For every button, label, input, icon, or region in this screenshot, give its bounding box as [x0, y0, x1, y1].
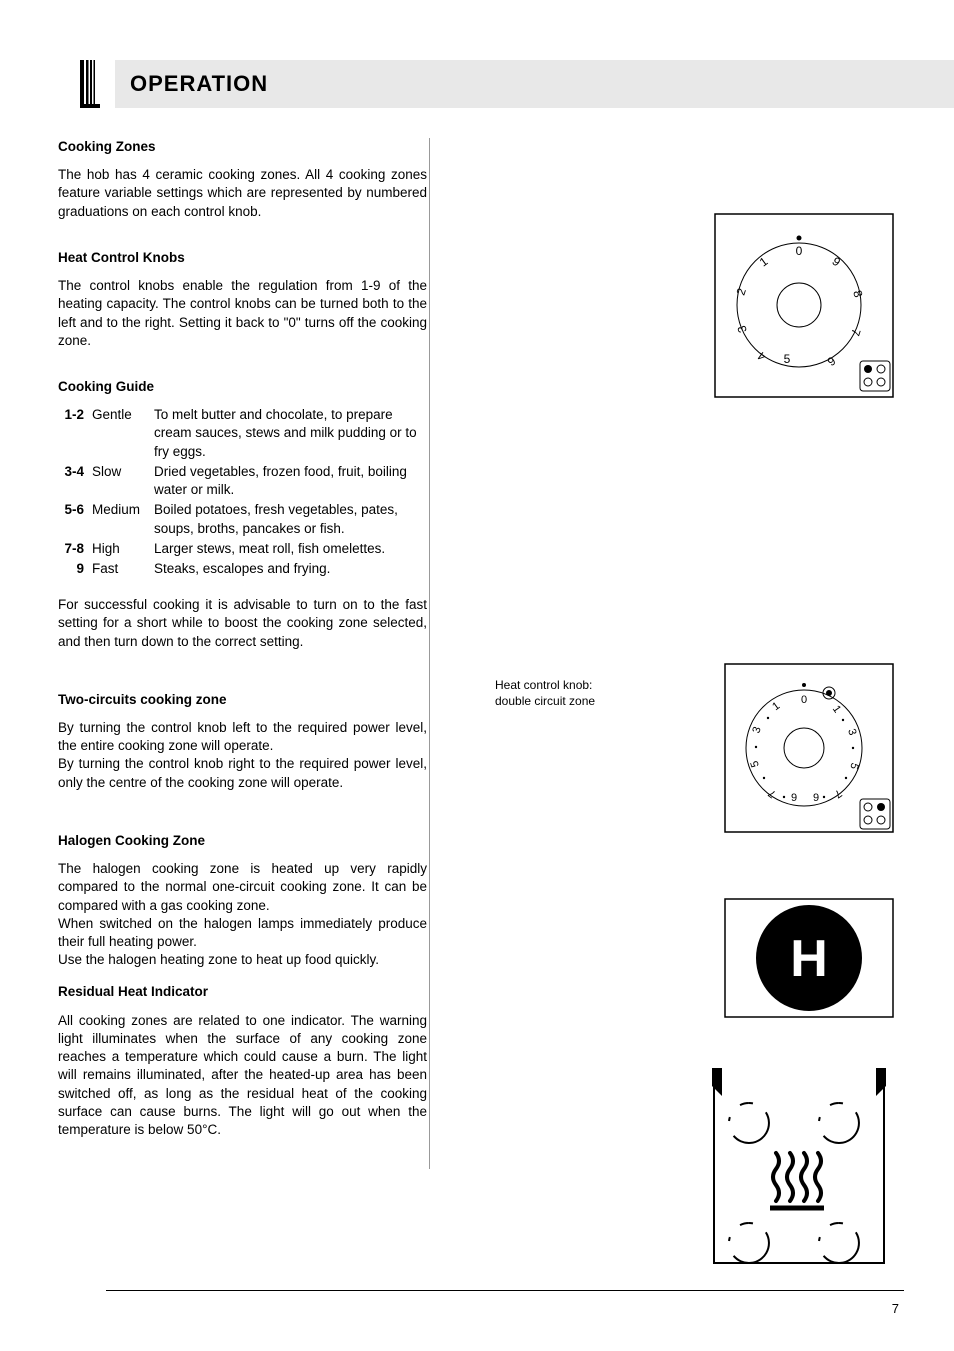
halogen-zone-icon: H [724, 898, 894, 1023]
guide-row: 5-6 Medium Boiled potatoes, fresh vegeta… [58, 501, 427, 537]
right-column: 0 9 8 7 6 5 4 3 2 1 Heat control knob: [460, 138, 904, 1169]
svg-text:5: 5 [847, 761, 860, 771]
text-heat-control: The control knobs enable the regulation … [58, 277, 427, 350]
svg-text:9: 9 [813, 792, 819, 804]
svg-text:H: H [790, 930, 828, 988]
content-area: Cooking Zones The hob has 4 ceramic cook… [50, 138, 904, 1169]
text-two-circuits-1: By turning the control knob left to the … [58, 719, 427, 755]
heading-residual: Residual Heat Indicator [58, 983, 427, 1001]
residual-heat-hob-icon [704, 1068, 894, 1273]
guide-row: 1-2 Gentle To melt butter and chocolate,… [58, 406, 427, 461]
guide-row: 3-4 Slow Dried vegetables, frozen food, … [58, 463, 427, 499]
svg-text:9: 9 [791, 792, 797, 804]
cooking-guide-table: 1-2 Gentle To melt butter and chocolate,… [58, 406, 427, 578]
guide-row: 9 Fast Steaks, escalopes and frying. [58, 560, 427, 578]
svg-text:0: 0 [801, 694, 807, 706]
header-bars-icon [50, 60, 115, 108]
svg-text:0: 0 [796, 244, 803, 258]
svg-text:8: 8 [850, 288, 865, 299]
header-bar: OPERATION [100, 60, 954, 108]
svg-text:9: 9 [830, 254, 844, 269]
text-residual: All cooking zones are related to one ind… [58, 1012, 427, 1140]
heading-two-circuits: Two-circuits cooking zone [58, 691, 427, 709]
knob-dial-large-icon: 0 9 8 7 6 5 4 3 2 1 [714, 213, 894, 403]
text-cooking-guide-footer: For successful cooking it is advisable t… [58, 596, 427, 651]
text-two-circuits-2: By turning the control knob right to the… [58, 755, 427, 791]
page-title: OPERATION [130, 71, 268, 97]
svg-text:3: 3 [750, 725, 763, 735]
svg-text:6: 6 [824, 354, 838, 369]
page-number: 7 [892, 1301, 899, 1316]
text-cooking-zones: The hob has 4 ceramic cooking zones. All… [58, 166, 427, 221]
heading-cooking-zones: Cooking Zones [58, 138, 427, 156]
text-halogen-2: When switched on the halogen lamps immed… [58, 915, 427, 951]
knob-dial-double-icon: 0 1 3 5 7 9 9 7 5 3 1 [724, 663, 894, 838]
svg-text:2: 2 [734, 286, 749, 297]
svg-text:5: 5 [784, 352, 791, 366]
footer-rule [106, 1290, 904, 1291]
text-halogen-3: Use the halogen heating zone to heat up … [58, 951, 427, 969]
heading-cooking-guide: Cooking Guide [58, 378, 427, 396]
svg-text:7: 7 [848, 327, 863, 338]
svg-text:1: 1 [830, 703, 843, 715]
heading-heat-control: Heat Control Knobs [58, 249, 427, 267]
heading-halogen: Halogen Cooking Zone [58, 832, 427, 850]
knob-caption: Heat control knob: double circuit zone [495, 678, 625, 709]
left-column: Cooking Zones The hob has 4 ceramic cook… [50, 138, 430, 1169]
svg-text:3: 3 [734, 324, 749, 335]
svg-text:1: 1 [757, 254, 771, 269]
text-halogen-1: The halogen cooking zone is heated up ve… [58, 860, 427, 915]
svg-text:1: 1 [770, 700, 782, 713]
svg-text:5: 5 [748, 759, 761, 769]
guide-row: 7-8 High Larger stews, meat roll, fish o… [58, 540, 427, 558]
svg-text:3: 3 [845, 727, 858, 737]
